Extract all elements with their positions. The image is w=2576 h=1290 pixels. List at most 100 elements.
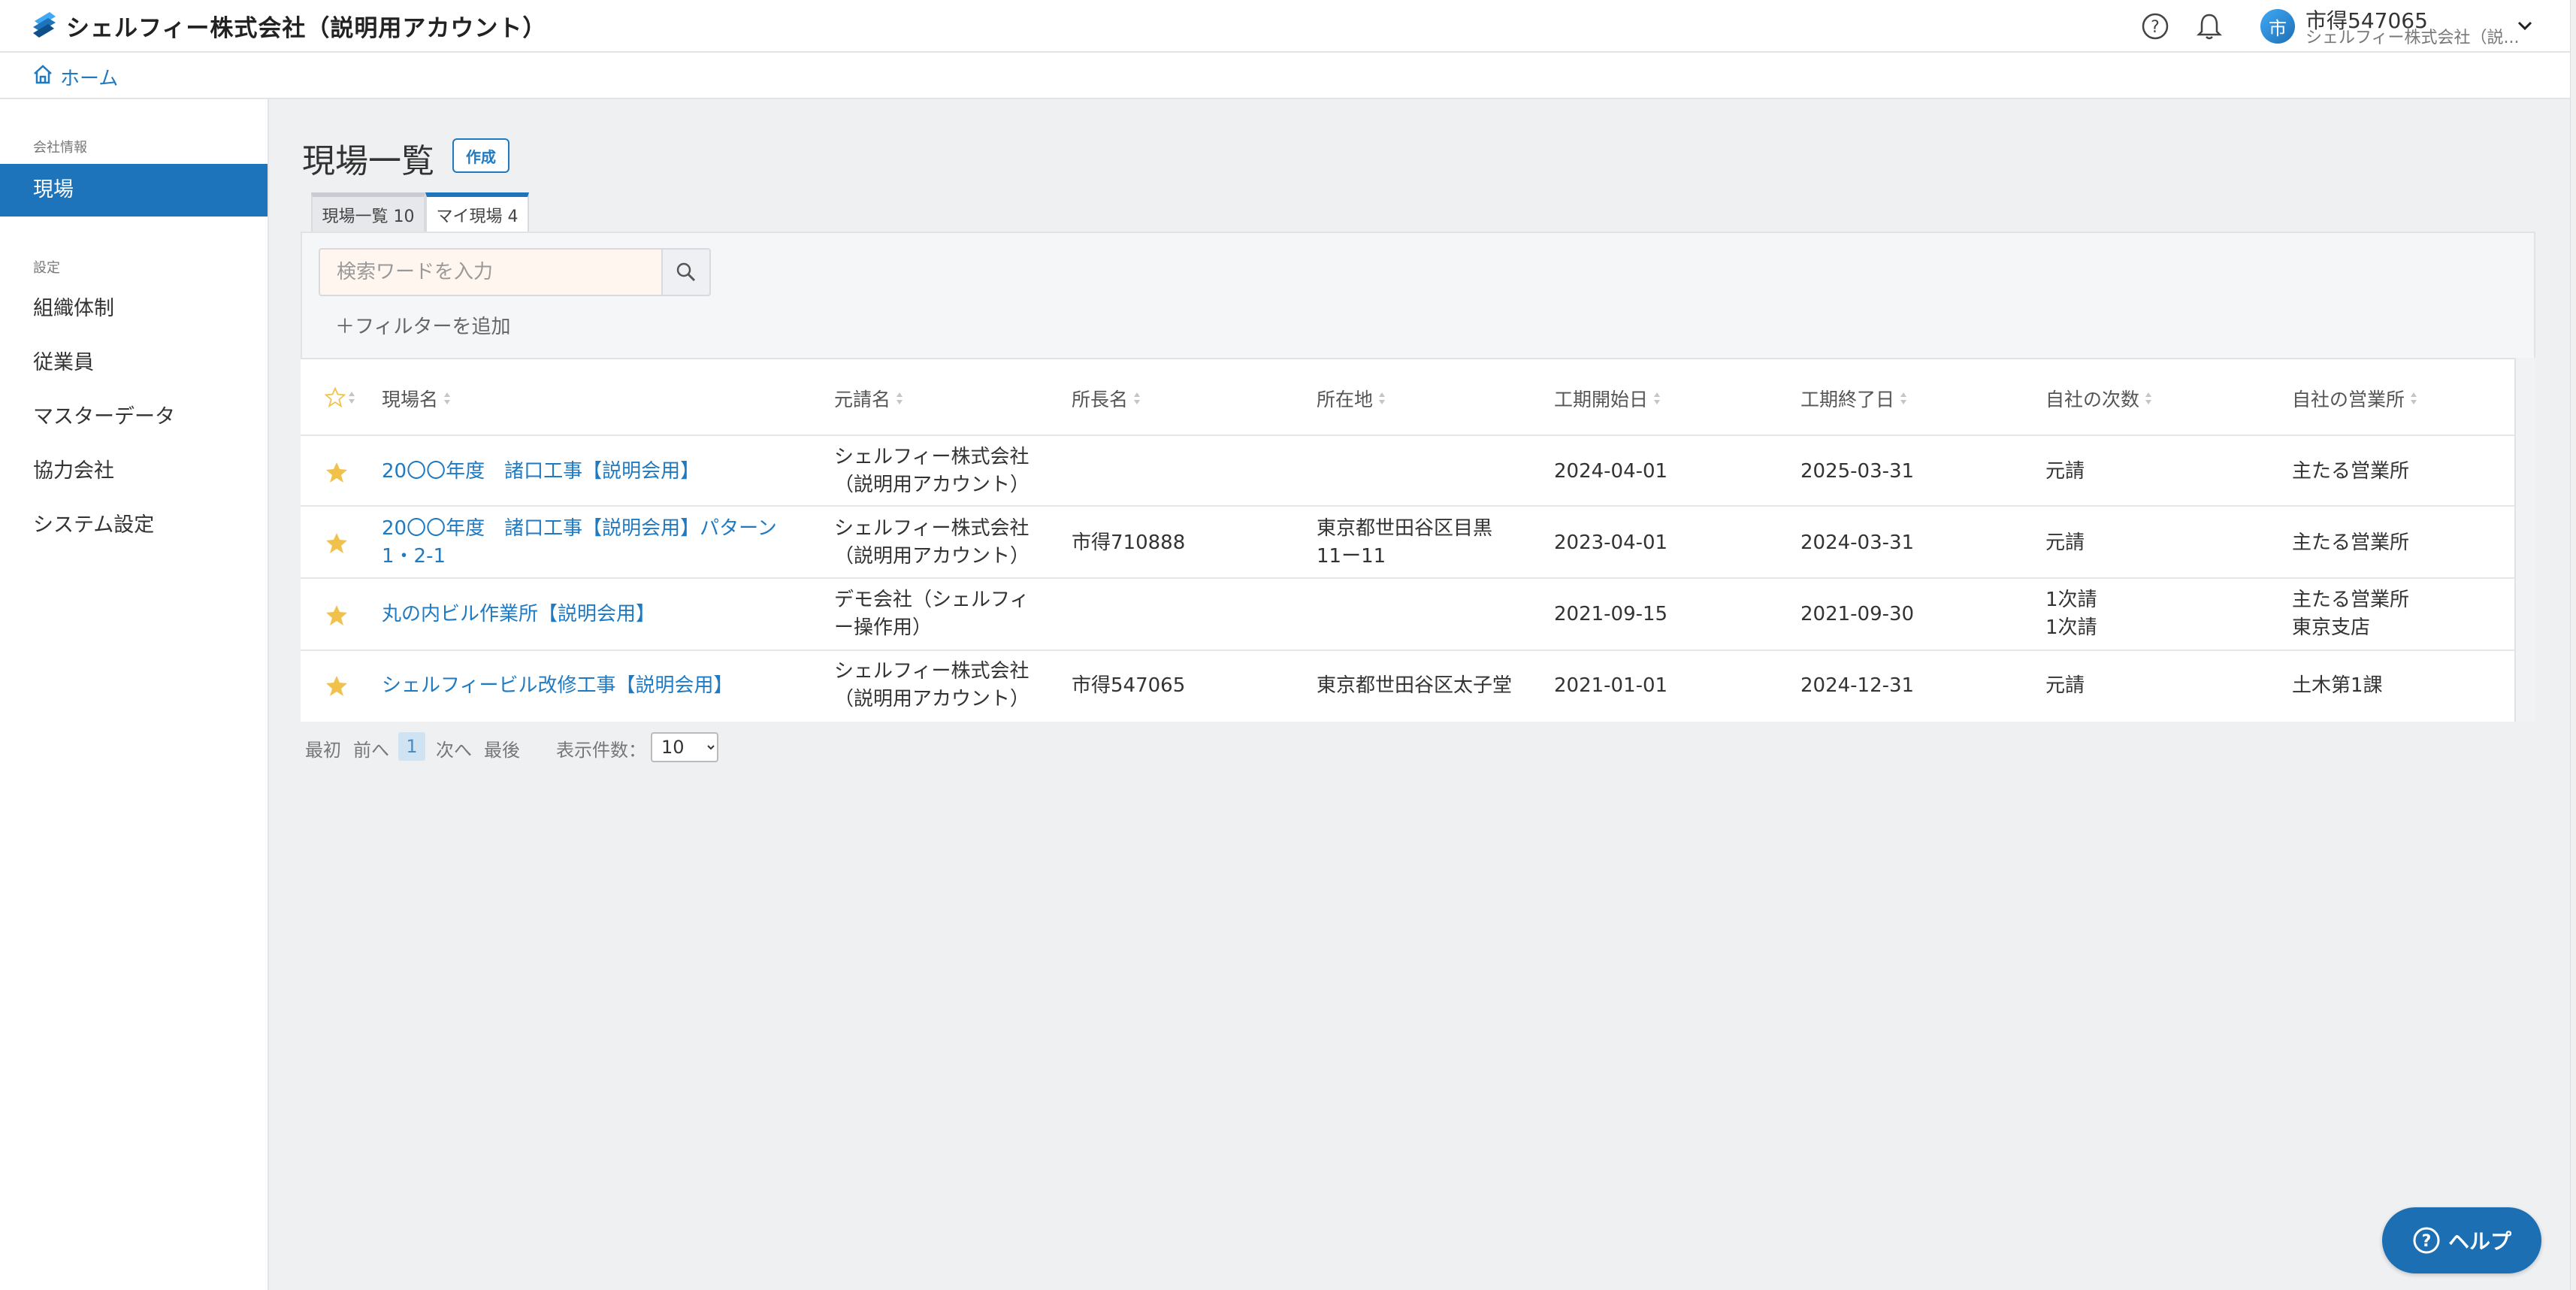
pager-current-page[interactable]: 1 [398, 732, 425, 761]
column-label: 所長名 [1072, 389, 1129, 410]
column-header-end-date[interactable]: 工期終了日 [1800, 385, 1908, 412]
help-circle-icon[interactable]: ? [2139, 10, 2172, 43]
sidebar: 会社情報 現場 設定 組織体制 従業員 マスターデータ 協力会社 システム設定 [0, 99, 269, 1290]
page-scrollbar[interactable] [2570, 0, 2576, 1290]
manager-name: 市得547065 [1072, 674, 1186, 697]
user-company: シェルフィー株式会社（説... [2305, 29, 2520, 47]
column-header-tier[interactable]: 自社の次数 [2045, 385, 2153, 412]
location: 東京都世田谷区太子堂 [1317, 674, 1513, 697]
sidebar-section-settings: 設定 [33, 260, 60, 276]
sidebar-item-employees[interactable]: 従業員 [0, 337, 268, 389]
pager-prev[interactable]: 前へ [353, 735, 389, 762]
bell-icon[interactable] [2193, 10, 2226, 43]
pager-next[interactable]: 次へ [436, 735, 472, 762]
column-header-contractor[interactable]: 元請名 [834, 385, 904, 412]
tier-line2: 1次請 [2045, 616, 2097, 639]
site-name-link-line2[interactable]: 1・2-1 [382, 543, 446, 570]
tier: 元請 [2045, 460, 2085, 483]
end-date: 2021-09-30 [1800, 603, 1915, 625]
sidebar-item-sites[interactable]: 現場 [0, 164, 268, 217]
sort-icon[interactable] [347, 389, 356, 406]
pager-first[interactable]: 最初 [305, 735, 341, 762]
office: 主たる営業所 [2292, 589, 2410, 611]
column-label: 自社の営業所 [2292, 389, 2405, 410]
row-divider [301, 505, 2514, 507]
office: 主たる営業所 [2292, 531, 2410, 554]
column-label: 工期終了日 [1800, 389, 1895, 410]
company-title: シェルフィー株式会社（説明用アカウント） [66, 15, 547, 42]
office: 土木第1課 [2292, 674, 2383, 697]
column-header-site[interactable]: 現場名 [382, 385, 452, 412]
pager-last[interactable]: 最後 [484, 735, 520, 762]
start-date: 2024-04-01 [1554, 460, 1668, 483]
add-filter-button[interactable]: ＋フィルターを追加 [335, 311, 510, 339]
help-button[interactable]: ? ヘルプ [2382, 1207, 2541, 1273]
tier: 1次請 [2045, 589, 2097, 611]
column-header-manager[interactable]: 所長名 [1072, 385, 1141, 412]
sidebar-item-partners[interactable]: 協力会社 [0, 445, 268, 498]
tab-my-sites[interactable]: マイ現場 4 [425, 192, 529, 233]
logo-icon [33, 12, 56, 38]
sort-icon [896, 392, 903, 404]
breadcrumb-home-link[interactable]: ホーム [60, 63, 118, 91]
tier: 元請 [2045, 531, 2085, 554]
sort-icon [1654, 392, 1661, 404]
chevron-down-icon[interactable] [2514, 15, 2535, 36]
site-name-link[interactable]: 丸の内ビル作業所【説明会用】 [382, 601, 655, 628]
create-button[interactable]: 作成 [452, 138, 509, 173]
breadcrumb: ホーム [0, 53, 2570, 99]
contractor-name: シェルフィー株式会社 [834, 660, 1029, 683]
sidebar-item-organization[interactable]: 組織体制 [0, 283, 268, 335]
favorite-star-icon[interactable] [325, 531, 349, 555]
table-scrollbar[interactable] [2514, 358, 2535, 722]
sort-icon [1134, 392, 1141, 404]
location-line2: 11ー11 [1317, 545, 1386, 568]
end-date: 2024-12-31 [1800, 674, 1915, 697]
end-date: 2024-03-31 [1800, 531, 1915, 554]
help-circle-icon: ? [2413, 1227, 2440, 1254]
contractor-name-line2: ー操作用） [834, 616, 933, 639]
page-title: 現場一覧 [302, 142, 434, 180]
column-label: 自社の次数 [2045, 389, 2140, 410]
row-divider [301, 435, 2514, 436]
help-button-label: ヘルプ [2448, 1229, 2511, 1254]
column-header-office[interactable]: 自社の営業所 [2292, 385, 2418, 412]
site-name-link[interactable]: 20〇〇年度 諸口工事【説明会用】パターン [382, 515, 777, 542]
site-name-link[interactable]: シェルフィービル改修工事【説明会用】 [382, 672, 733, 699]
column-header-location[interactable]: 所在地 [1317, 385, 1386, 412]
column-label: 所在地 [1317, 389, 1374, 410]
favorite-star-icon[interactable] [325, 603, 349, 627]
contractor-name-line2: （説明用アカウント） [834, 474, 1030, 496]
svg-text:?: ? [2422, 1232, 2432, 1251]
per-page-label: 表示件数： [556, 740, 646, 761]
contractor-name: デモ会社（シェルフィ [834, 589, 1029, 611]
search-input[interactable] [319, 248, 663, 296]
end-date: 2025-03-31 [1800, 460, 1915, 483]
sidebar-item-master-data[interactable]: マスターデータ [0, 391, 268, 444]
search-icon [676, 262, 696, 282]
favorite-star-icon[interactable] [325, 674, 349, 698]
office: 主たる営業所 [2292, 460, 2410, 483]
office-line2: 東京支店 [2292, 616, 2371, 639]
column-label: 現場名 [382, 389, 439, 410]
column-label: 元請名 [834, 389, 891, 410]
favorite-header-star-icon[interactable] [325, 386, 346, 407]
start-date: 2021-09-15 [1554, 603, 1668, 625]
top-bar: シェルフィー株式会社（説明用アカウント） ? 市 市得547065 シェルフィー… [0, 0, 2570, 53]
search-button[interactable] [661, 248, 711, 296]
home-icon[interactable] [32, 63, 54, 86]
sort-icon [1900, 392, 1907, 404]
tab-all-sites[interactable]: 現場一覧 10 [311, 192, 425, 233]
avatar[interactable]: 市 [2260, 9, 2295, 44]
start-date: 2023-04-01 [1554, 531, 1668, 554]
favorite-star-icon[interactable] [325, 460, 349, 484]
sort-icon [2411, 392, 2417, 404]
svg-text:?: ? [2151, 18, 2160, 37]
row-divider [301, 577, 2514, 579]
per-page-select[interactable]: 10 [651, 732, 718, 762]
sidebar-item-system-settings[interactable]: システム設定 [0, 499, 268, 552]
site-name-link[interactable]: 20〇〇年度 諸口工事【説明会用】 [382, 458, 700, 485]
sort-icon [2145, 392, 2152, 404]
column-header-start-date[interactable]: 工期開始日 [1554, 385, 1661, 412]
contractor-name-line2: （説明用アカウント） [834, 688, 1030, 710]
